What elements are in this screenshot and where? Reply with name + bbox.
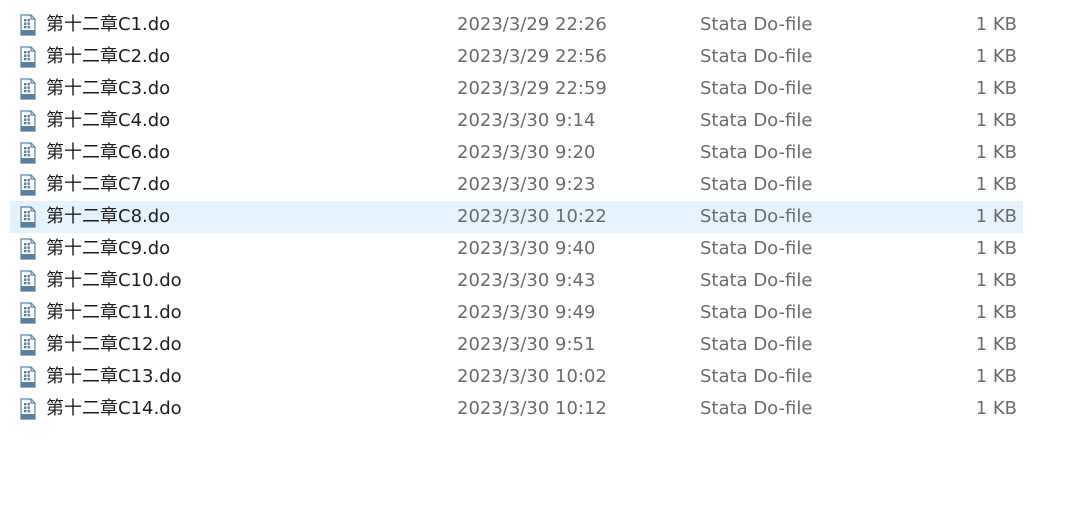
file-type: Stata Do-file [700, 78, 813, 99]
file-type: Stata Do-file [700, 366, 813, 387]
file-modified-date: 2023/3/29 22:56 [457, 46, 607, 67]
file-name[interactable]: 第十二章C14.do [46, 393, 182, 425]
file-name[interactable]: 第十二章C3.do [46, 73, 170, 105]
file-type: Stata Do-file [700, 302, 813, 323]
stata-do-file-icon [18, 78, 38, 100]
file-size: 1 KB [975, 78, 1017, 99]
file-size: 1 KB [975, 110, 1017, 131]
file-modified-date: 2023/3/30 10:22 [457, 206, 607, 227]
file-row[interactable]: 第十二章C1.do 2023/3/29 22:26 Stata Do-file … [0, 9, 1073, 41]
file-name[interactable]: 第十二章C6.do [46, 137, 170, 169]
file-size: 1 KB [975, 46, 1017, 67]
file-size: 1 KB [975, 174, 1017, 195]
file-row[interactable]: 第十二章C13.do 2023/3/30 10:02 Stata Do-file… [0, 361, 1073, 393]
file-type: Stata Do-file [700, 206, 813, 227]
file-type: Stata Do-file [700, 14, 813, 35]
file-name[interactable]: 第十二章C2.do [46, 41, 170, 73]
file-size: 1 KB [975, 398, 1017, 419]
file-modified-date: 2023/3/30 10:12 [457, 398, 607, 419]
file-row[interactable]: 第十二章C3.do 2023/3/29 22:59 Stata Do-file … [0, 73, 1073, 105]
file-type: Stata Do-file [700, 334, 813, 355]
file-list: 第十二章C1.do 2023/3/29 22:26 Stata Do-file … [0, 9, 1073, 425]
file-size: 1 KB [975, 366, 1017, 387]
file-size: 1 KB [975, 270, 1017, 291]
file-type: Stata Do-file [700, 174, 813, 195]
stata-do-file-icon [18, 110, 38, 132]
file-row[interactable]: 第十二章C6.do 2023/3/30 9:20 Stata Do-file 1… [0, 137, 1073, 169]
file-name[interactable]: 第十二章C12.do [46, 329, 182, 361]
file-name[interactable]: 第十二章C4.do [46, 105, 170, 137]
file-row[interactable]: 第十二章C7.do 2023/3/30 9:23 Stata Do-file 1… [0, 169, 1073, 201]
file-modified-date: 2023/3/30 9:51 [457, 334, 596, 355]
file-name[interactable]: 第十二章C8.do [46, 201, 170, 233]
file-modified-date: 2023/3/30 9:49 [457, 302, 596, 323]
file-row[interactable]: 第十二章C2.do 2023/3/29 22:56 Stata Do-file … [0, 41, 1073, 73]
stata-do-file-icon [18, 270, 38, 292]
file-name[interactable]: 第十二章C11.do [46, 297, 182, 329]
file-modified-date: 2023/3/29 22:59 [457, 78, 607, 99]
file-modified-date: 2023/3/30 9:20 [457, 142, 596, 163]
file-size: 1 KB [975, 334, 1017, 355]
file-name[interactable]: 第十二章C9.do [46, 233, 170, 265]
stata-do-file-icon [18, 302, 38, 324]
file-size: 1 KB [975, 238, 1017, 259]
file-modified-date: 2023/3/30 9:43 [457, 270, 596, 291]
file-row[interactable]: 第十二章C8.do 2023/3/30 10:22 Stata Do-file … [0, 201, 1073, 233]
file-row[interactable]: 第十二章C9.do 2023/3/30 9:40 Stata Do-file 1… [0, 233, 1073, 265]
stata-do-file-icon [18, 206, 38, 228]
file-name[interactable]: 第十二章C10.do [46, 265, 182, 297]
stata-do-file-icon [18, 334, 38, 356]
stata-do-file-icon [18, 366, 38, 388]
file-modified-date: 2023/3/30 9:14 [457, 110, 596, 131]
file-modified-date: 2023/3/29 22:26 [457, 14, 607, 35]
stata-do-file-icon [18, 14, 38, 36]
stata-do-file-icon [18, 174, 38, 196]
file-size: 1 KB [975, 302, 1017, 323]
file-modified-date: 2023/3/30 10:02 [457, 366, 607, 387]
file-row[interactable]: 第十二章C10.do 2023/3/30 9:43 Stata Do-file … [0, 265, 1073, 297]
file-modified-date: 2023/3/30 9:23 [457, 174, 596, 195]
file-type: Stata Do-file [700, 398, 813, 419]
stata-do-file-icon [18, 46, 38, 68]
file-type: Stata Do-file [700, 142, 813, 163]
file-size: 1 KB [975, 206, 1017, 227]
file-name[interactable]: 第十二章C7.do [46, 169, 170, 201]
file-modified-date: 2023/3/30 9:40 [457, 238, 596, 259]
file-size: 1 KB [975, 142, 1017, 163]
file-size: 1 KB [975, 14, 1017, 35]
file-type: Stata Do-file [700, 110, 813, 131]
file-type: Stata Do-file [700, 46, 813, 67]
stata-do-file-icon [18, 398, 38, 420]
file-row[interactable]: 第十二章C11.do 2023/3/30 9:49 Stata Do-file … [0, 297, 1073, 329]
stata-do-file-icon [18, 238, 38, 260]
file-name[interactable]: 第十二章C1.do [46, 9, 170, 41]
file-row[interactable]: 第十二章C14.do 2023/3/30 10:12 Stata Do-file… [0, 393, 1073, 425]
file-type: Stata Do-file [700, 270, 813, 291]
file-name[interactable]: 第十二章C13.do [46, 361, 182, 393]
file-row[interactable]: 第十二章C4.do 2023/3/30 9:14 Stata Do-file 1… [0, 105, 1073, 137]
file-row[interactable]: 第十二章C12.do 2023/3/30 9:51 Stata Do-file … [0, 329, 1073, 361]
stata-do-file-icon [18, 142, 38, 164]
file-type: Stata Do-file [700, 238, 813, 259]
